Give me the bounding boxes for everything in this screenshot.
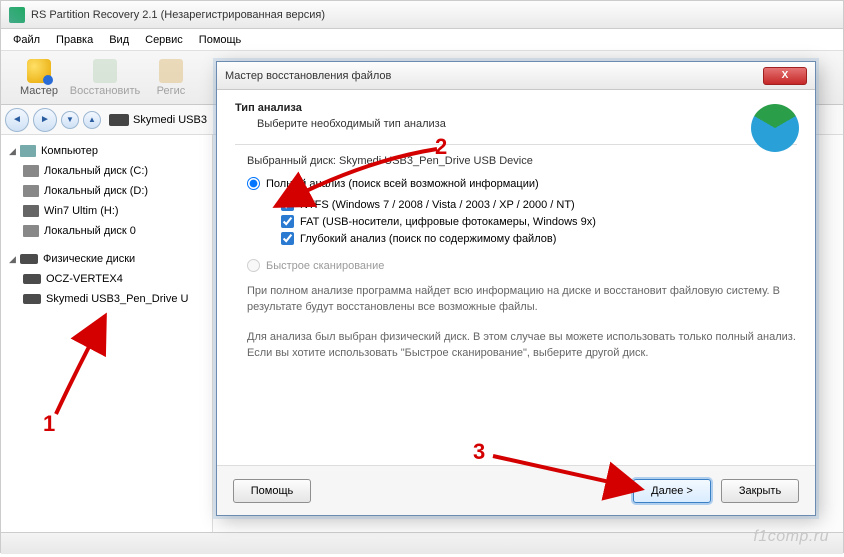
selected-disk-label: Выбранный диск: (247, 155, 336, 167)
check-fat-input[interactable] (281, 215, 294, 228)
wizard-subheading: Выберите необходимый тип анализа (235, 114, 797, 136)
nav-back-button[interactable]: ◄ (5, 108, 29, 132)
sidebar-tree: ◢ Компьютер Локальный диск (C:) Локальны… (1, 135, 213, 532)
window-title: RS Partition Recovery 2.1 (Незарегистрир… (31, 9, 325, 21)
physical-disk-icon (20, 254, 38, 264)
wizard-info-1: При полном анализе программа найдет всю … (247, 284, 797, 316)
next-button[interactable]: Далее > (633, 479, 711, 503)
toolbar-master-label: Мастер (20, 85, 58, 97)
check-fat-label: FAT (USB-носители, цифровые фотокамеры, … (300, 216, 596, 228)
toolbar-master-button[interactable]: Мастер (7, 54, 71, 102)
menu-view[interactable]: Вид (101, 32, 137, 48)
physical-disk-icon (23, 274, 41, 284)
toolbar-registry-label: Регис (157, 85, 186, 97)
help-button[interactable]: Помощь (233, 479, 311, 503)
menu-edit[interactable]: Правка (48, 32, 101, 48)
menubar: Файл Правка Вид Сервис Помощь (1, 29, 843, 51)
check-deep-input[interactable] (281, 232, 294, 245)
check-ntfs-input[interactable] (281, 198, 294, 211)
radio-full-scan[interactable]: Полный анализ (поиск всей возможной инфо… (247, 177, 797, 190)
wizard-title-text: Мастер восстановления файлов (225, 70, 763, 82)
tree-computer-label: Компьютер (41, 145, 98, 157)
wizard-footer: Помощь Далее > Закрыть (217, 465, 815, 515)
tree-skymedi-label: Skymedi USB3_Pen_Drive U (46, 293, 188, 305)
toolbar-registry-button: Регис (139, 54, 203, 102)
tree-physical-label: Физические диски (43, 253, 135, 265)
disk-icon (23, 165, 39, 177)
tree-local-c[interactable]: Локальный диск (C:) (3, 161, 210, 181)
registry-icon (159, 59, 183, 83)
check-ntfs-label: NTFS (Windows 7 / 2008 / Vista / 2003 / … (300, 199, 575, 211)
wizard-titlebar: Мастер восстановления файлов X (217, 62, 815, 90)
wizard-dialog: Мастер восстановления файлов X Тип анали… (216, 61, 816, 516)
nav-dropdown-button[interactable]: ▼ (61, 111, 79, 129)
menu-help[interactable]: Помощь (191, 32, 250, 48)
tree-win7-label: Win7 Ultim (H:) (44, 205, 119, 217)
tree-ocz[interactable]: OCZ-VERTEX4 (3, 269, 210, 289)
divider (235, 144, 797, 145)
nav-forward-button[interactable]: ► (33, 108, 57, 132)
radio-quick-scan-input (247, 259, 260, 272)
menu-service[interactable]: Сервис (137, 32, 191, 48)
radio-full-scan-input[interactable] (247, 177, 260, 190)
hdd-icon (23, 205, 39, 217)
computer-icon (20, 145, 36, 157)
wizard-body: Тип анализа Выберите необходимый тип ана… (217, 90, 815, 465)
check-fat[interactable]: FAT (USB-носители, цифровые фотокамеры, … (281, 215, 797, 228)
statusbar (1, 532, 843, 554)
radio-full-scan-label: Полный анализ (поиск всей возможной инфо… (266, 178, 539, 190)
toolbar-restore-button: Восстановить (73, 54, 137, 102)
tree-local-c-label: Локальный диск (C:) (44, 165, 148, 177)
disk-icon (23, 225, 39, 237)
nav-up-button[interactable]: ▲ (83, 111, 101, 129)
selected-disk-row: Выбранный диск: Skymedi USB3_Pen_Drive U… (247, 155, 797, 167)
tree-local-0[interactable]: Локальный диск 0 (3, 221, 210, 241)
window-titlebar: RS Partition Recovery 2.1 (Незарегистрир… (1, 1, 843, 29)
close-button[interactable]: Закрыть (721, 479, 799, 503)
check-ntfs[interactable]: NTFS (Windows 7 / 2008 / Vista / 2003 / … (281, 198, 797, 211)
tree-local-d-label: Локальный диск (D:) (44, 185, 148, 197)
wizard-icon (27, 59, 51, 83)
wizard-close-button[interactable]: X (763, 67, 807, 85)
restore-icon (93, 59, 117, 83)
radio-quick-scan-label: Быстрое сканирование (266, 260, 384, 272)
tree-local-d[interactable]: Локальный диск (D:) (3, 181, 210, 201)
selected-disk-value: Skymedi USB3_Pen_Drive USB Device (339, 155, 533, 167)
expander-icon[interactable]: ◢ (7, 146, 18, 157)
tree-win7[interactable]: Win7 Ultim (H:) (3, 201, 210, 221)
wizard-logo-icon (751, 104, 799, 152)
menu-file[interactable]: Файл (5, 32, 48, 48)
breadcrumb-text: Skymedi USB3 (133, 114, 207, 126)
tree-local-0-label: Локальный диск 0 (44, 225, 136, 237)
physical-disk-icon (23, 294, 41, 304)
radio-quick-scan: Быстрое сканирование (247, 259, 797, 272)
disk-icon (23, 185, 39, 197)
app-icon (9, 7, 25, 23)
tree-physical[interactable]: ◢ Физические диски (3, 249, 210, 269)
tree-computer[interactable]: ◢ Компьютер (3, 141, 210, 161)
tree-ocz-label: OCZ-VERTEX4 (46, 273, 123, 285)
wizard-info-2: Для анализа был выбран физический диск. … (247, 330, 797, 362)
drive-icon (109, 114, 129, 126)
expander-icon[interactable]: ◢ (7, 254, 18, 265)
toolbar-restore-label: Восстановить (70, 85, 140, 97)
check-deep-label: Глубокий анализ (поиск по содержимому фа… (300, 233, 556, 245)
wizard-heading: Тип анализа (235, 102, 797, 114)
check-deep[interactable]: Глубокий анализ (поиск по содержимому фа… (281, 232, 797, 245)
tree-skymedi[interactable]: Skymedi USB3_Pen_Drive U (3, 289, 210, 309)
